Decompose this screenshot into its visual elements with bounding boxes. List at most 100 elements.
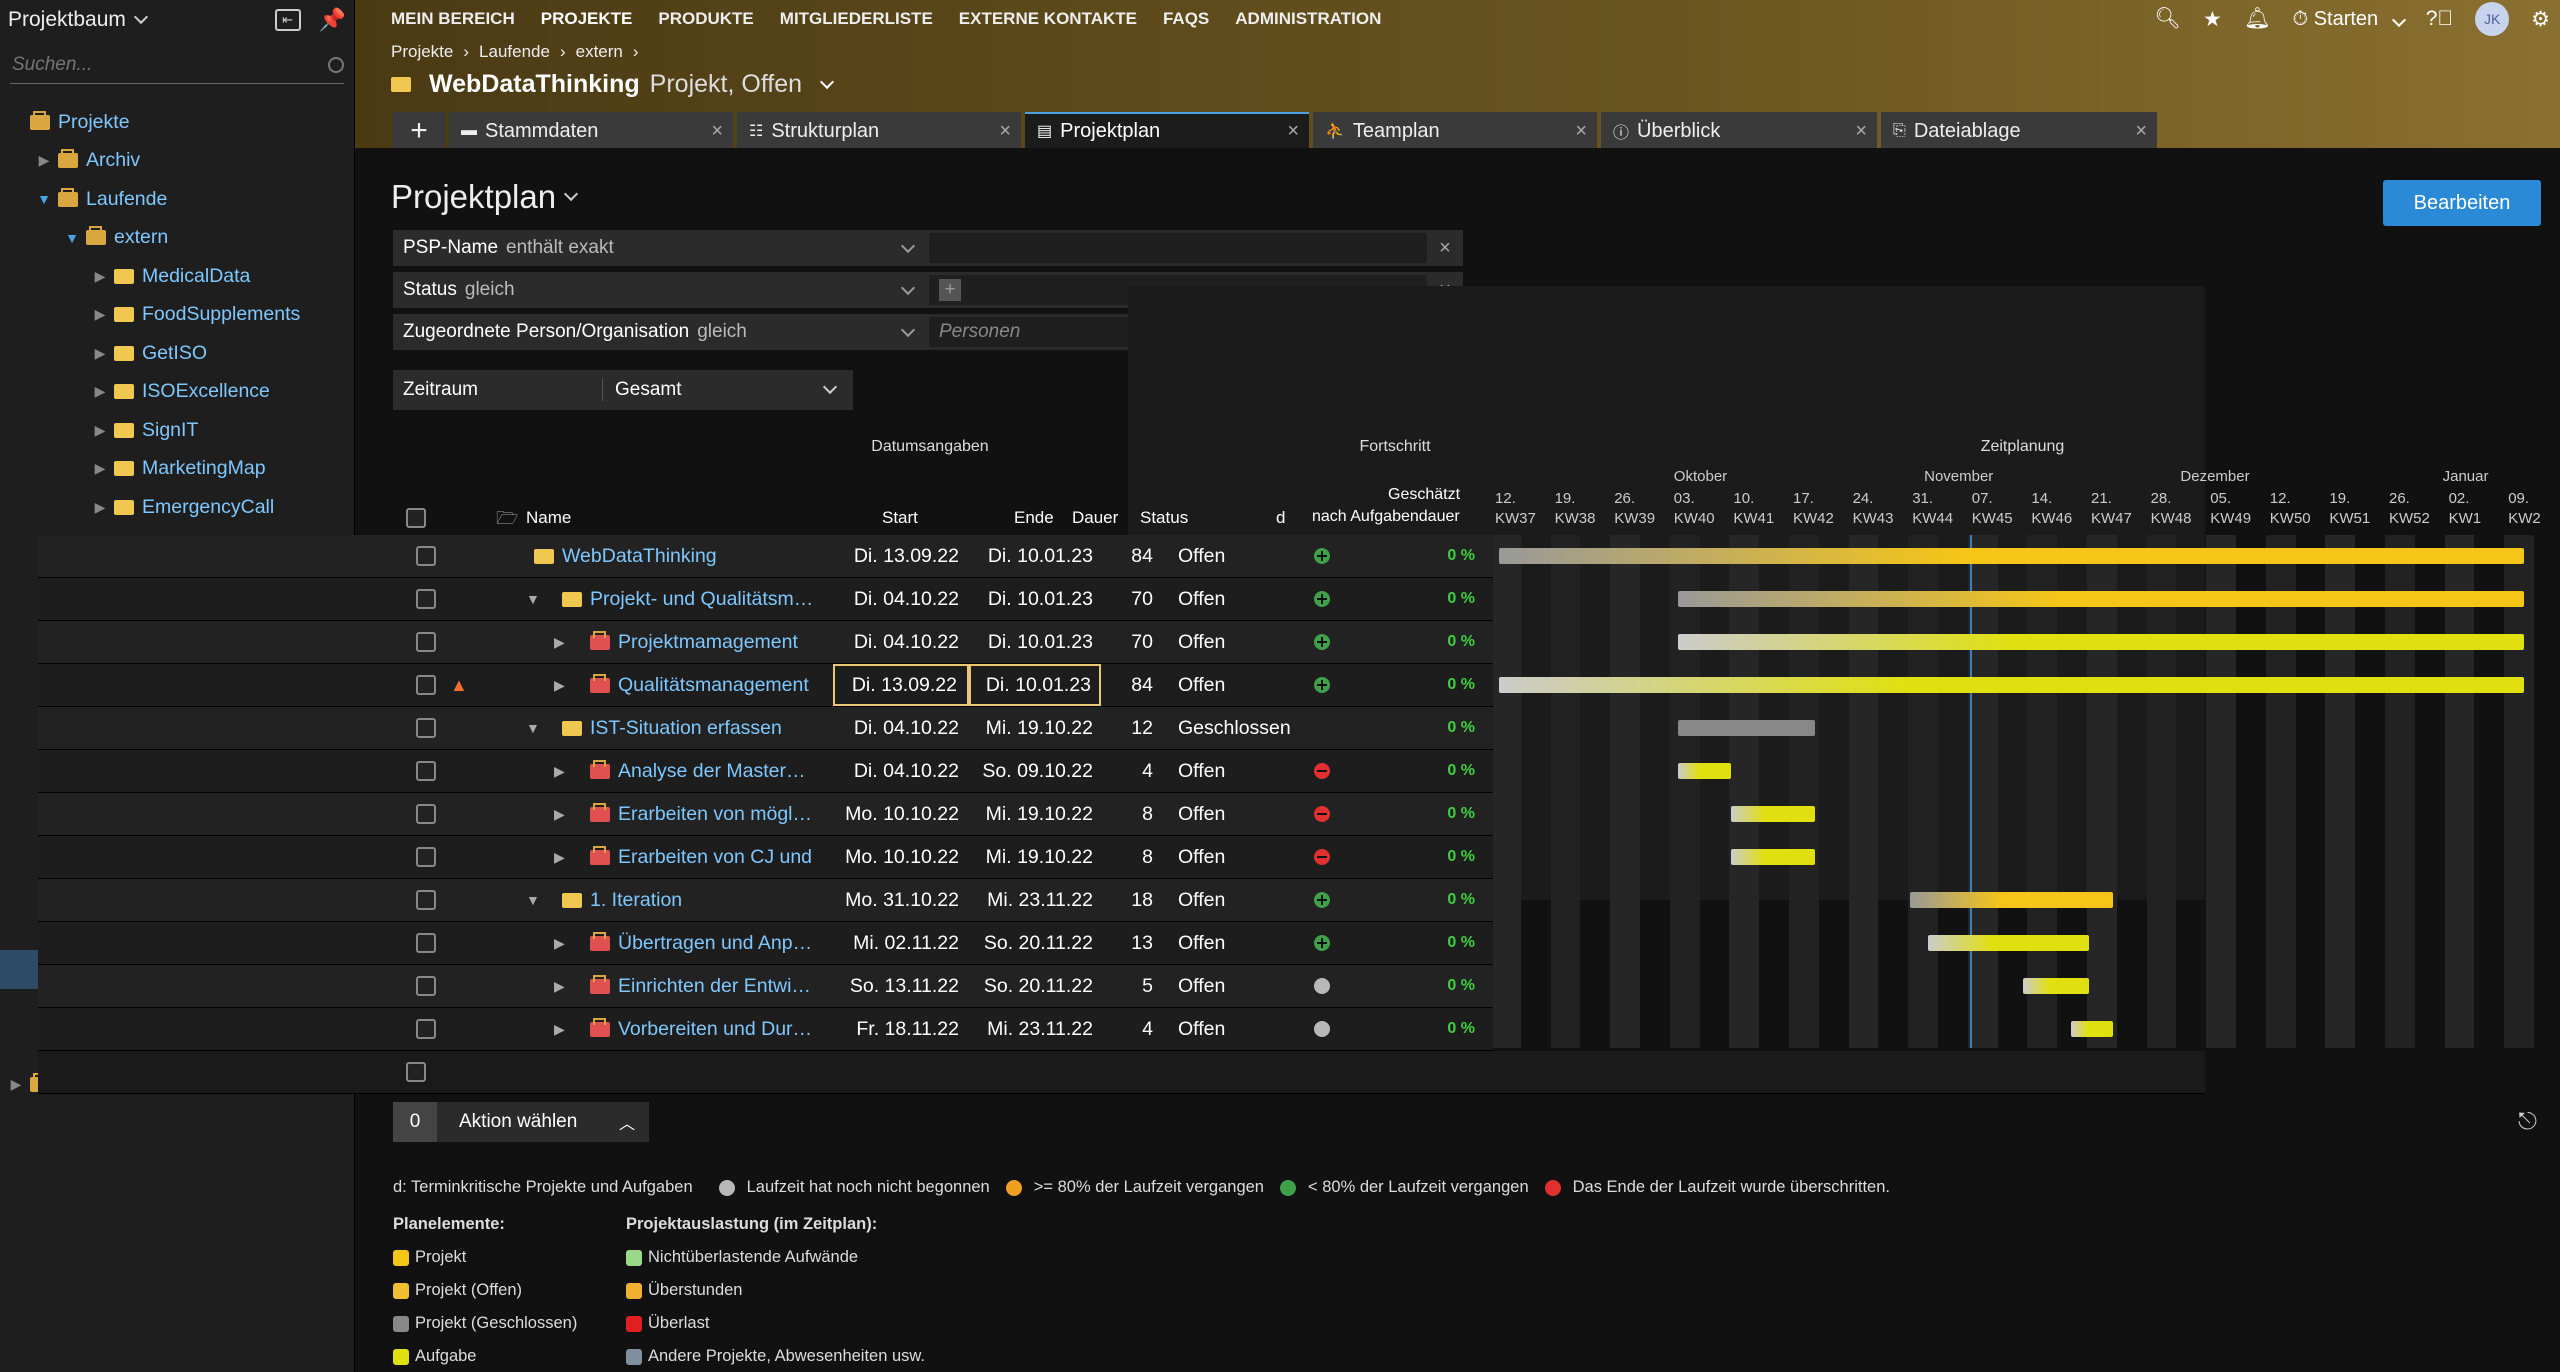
gantt-bar[interactable]: [2071, 1021, 2113, 1037]
row-end[interactable]: Di. 10.01.23: [969, 578, 1101, 620]
row-start[interactable]: Di. 13.09.22: [833, 535, 969, 577]
tab-dateiablage[interactable]: ⎘ Dateiablage ×: [1881, 112, 2157, 148]
expand-icon[interactable]: ▶: [554, 750, 574, 792]
search-icon[interactable]: [328, 56, 344, 73]
nav-item[interactable]: FAQS: [1163, 9, 1209, 29]
row-name[interactable]: IST-Situation erfassen: [590, 717, 782, 740]
row-end[interactable]: So. 20.11.22: [969, 922, 1101, 964]
row-start[interactable]: Di. 13.09.22: [833, 664, 969, 706]
star-icon[interactable]: ★: [2203, 7, 2222, 32]
expand-icon[interactable]: ▶: [92, 268, 108, 285]
row-name[interactable]: Qualitätsmanagement: [618, 674, 809, 697]
tab-überblick[interactable]: ⓘ Überblick ×: [1601, 112, 1877, 148]
row-start[interactable]: Di. 04.10.22: [833, 707, 969, 749]
row-name[interactable]: WebDataThinking: [562, 545, 717, 568]
tab-strukturplan[interactable]: ☷ Strukturplan ×: [737, 112, 1021, 148]
page-title[interactable]: Projektplan: [391, 178, 579, 216]
table-row[interactable]: ▶ Analyse der Masterdaten Di. 04.10.22 So. …: [38, 750, 1493, 793]
row-name[interactable]: Analyse der Masterdaten: [618, 760, 816, 783]
col-status[interactable]: Status: [1140, 508, 1188, 528]
chevron-down-icon[interactable]: [900, 238, 916, 253]
sidebar-title[interactable]: Projektbaum: [8, 8, 126, 32]
nav-item[interactable]: PRODUKTE: [658, 9, 753, 29]
nav-item[interactable]: MITGLIEDERLISTE: [780, 9, 933, 29]
close-icon[interactable]: ×: [1287, 120, 1299, 143]
table-row[interactable]: ▶ Erarbeiten von CJ und Mo. 10.10.22 Mi. 19…: [38, 836, 1493, 879]
col-d[interactable]: d: [1276, 508, 1285, 528]
add-tab-button[interactable]: +: [393, 112, 445, 148]
chevron-down-icon[interactable]: [900, 280, 916, 295]
avatar[interactable]: JK: [2475, 2, 2510, 36]
expand-icon[interactable]: ▶: [92, 460, 108, 477]
row-checkbox[interactable]: [416, 890, 436, 910]
gantt-bar[interactable]: [1677, 763, 1732, 779]
expand-icon[interactable]: ▶: [554, 1008, 574, 1050]
add-icon[interactable]: +: [939, 279, 961, 301]
table-row[interactable]: ▶ Übertragen und Anpassen Mi. 02.11.22So. …: [38, 922, 1493, 965]
tree-node[interactable]: ▶ FoodSupplements: [0, 296, 355, 335]
bell-icon[interactable]: 🔔︎: [2244, 7, 2271, 31]
row-name[interactable]: Einrichten der Entwicklung: [618, 975, 816, 998]
row-checkbox[interactable]: [416, 546, 436, 566]
tree-node[interactable]: ▶ Archiv: [0, 142, 355, 181]
close-icon[interactable]: ×: [711, 120, 723, 143]
expand-icon[interactable]: ▶: [554, 836, 574, 878]
expand-icon[interactable]: ▶: [92, 345, 108, 362]
help-icon[interactable]: ?⃝: [2426, 7, 2453, 31]
close-icon[interactable]: ×: [999, 120, 1011, 143]
table-row[interactable]: WebDataThinking Di. 13.09.22 Di. 10.01.23 8…: [38, 535, 1493, 578]
row-start[interactable]: Fr. 18.11.22: [833, 1008, 969, 1050]
gear-icon[interactable]: ⚙: [2531, 7, 2550, 32]
gantt-bar[interactable]: [1499, 548, 2525, 564]
start-timer-button[interactable]: ⏱︎ Starten: [2293, 8, 2406, 31]
tree-node[interactable]: ▼ Laufende: [0, 180, 355, 219]
pin-icon[interactable]: 📌: [319, 7, 346, 33]
expand-icon[interactable]: ▶: [92, 306, 108, 323]
tree-node[interactable]: ▶ EmergencyCall: [0, 488, 355, 527]
gantt-bar[interactable]: [1731, 849, 1815, 865]
gantt-bar[interactable]: [1499, 677, 2525, 693]
clear-filter-icon[interactable]: ×: [1427, 237, 1463, 260]
col-start[interactable]: Start: [882, 508, 918, 528]
chevron-down-icon[interactable]: [822, 379, 838, 395]
row-name[interactable]: Übertragen und Anpassen: [618, 932, 816, 955]
table-row[interactable]: ▲ ▶ Qualitätsmanagement Di. 13.09.22 Di. 10.…: [38, 664, 1493, 707]
expand-icon[interactable]: ▶: [554, 621, 574, 663]
nav-item[interactable]: PROJEKTE: [541, 9, 633, 29]
table-row[interactable]: ▶ Einrichten der Entwicklung So. 13.11.22S…: [38, 965, 1493, 1008]
row-checkbox[interactable]: [416, 675, 436, 695]
row-end[interactable]: Di. 10.01.23: [969, 535, 1101, 577]
breadcrumb-item[interactable]: Projekte: [391, 42, 453, 61]
expand-icon[interactable]: ▶: [8, 1076, 24, 1093]
gantt-bar[interactable]: [1928, 935, 2090, 951]
row-end[interactable]: Mi. 19.10.22: [969, 707, 1101, 749]
tab-projektplan[interactable]: ▤ Projektplan ×: [1025, 112, 1309, 148]
row-start[interactable]: So. 13.11.22: [833, 965, 969, 1007]
gantt-bar[interactable]: [1677, 634, 2525, 650]
project-heading[interactable]: WebDataThinking Projekt, Offen: [391, 70, 835, 99]
table-row[interactable]: ▶ Projektmamagement Di. 04.10.22 Di. 10.01.…: [38, 621, 1493, 664]
tab-teamplan[interactable]: ⛹ Teamplan ×: [1313, 112, 1597, 148]
row-name[interactable]: Projektmamagement: [618, 631, 798, 654]
gantt-bar[interactable]: [1677, 720, 1815, 736]
tree-node[interactable]: ▶ MedicalData: [0, 257, 355, 296]
row-name[interactable]: 1. Iteration: [590, 889, 682, 912]
breadcrumb-item[interactable]: Laufende: [479, 42, 550, 61]
expand-icon[interactable]: ▶: [554, 965, 574, 1007]
gantt-bar[interactable]: [1677, 591, 2525, 607]
tree-node[interactable]: ▶ SignIT: [0, 411, 355, 450]
tab-stammdaten[interactable]: ▬ Stammdaten ×: [449, 112, 733, 148]
expand-icon[interactable]: ▶: [92, 499, 108, 516]
close-icon[interactable]: ×: [1575, 120, 1587, 143]
row-name[interactable]: Erarbeiten von möglichen: [618, 803, 816, 826]
expand-icon[interactable]: ▶: [36, 152, 52, 169]
table-row[interactable]: ▼ IST-Situation erfassen Di. 04.10.22 Mi. 1…: [38, 707, 1493, 750]
breadcrumb-item[interactable]: extern: [576, 42, 623, 61]
export-icon[interactable]: ⎋: [2518, 1108, 2537, 1136]
search-icon[interactable]: 🔍︎: [2154, 7, 2181, 31]
select-all-checkbox[interactable]: [406, 508, 426, 528]
row-end[interactable]: Di. 10.01.23: [969, 664, 1101, 706]
table-row[interactable]: ▼ Projekt- und Qualitätsmanagement Di. 04.…: [38, 578, 1493, 621]
nav-item[interactable]: EXTERNE KONTAKTE: [959, 9, 1137, 29]
row-start[interactable]: Di. 04.10.22: [833, 578, 969, 620]
